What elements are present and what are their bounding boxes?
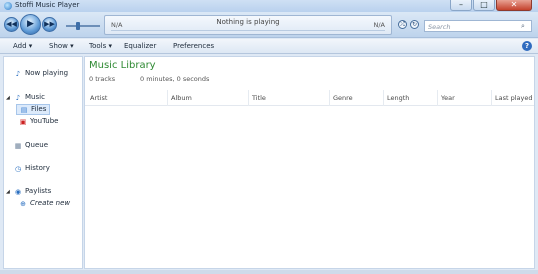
page-title: Music Library <box>89 60 156 71</box>
sidebar-item-label: Now playing <box>25 69 69 77</box>
minimize-button[interactable]: – <box>450 0 472 11</box>
queue-icon: ▦ <box>14 142 22 150</box>
title-bar: Stoffi Music Player – □ ✕ <box>0 0 538 12</box>
music-note-icon: ♪ <box>15 70 21 78</box>
seek-bar[interactable] <box>111 30 385 31</box>
column-last-played[interactable]: Last played <box>495 94 533 102</box>
column-divider[interactable] <box>383 90 384 106</box>
column-title[interactable]: Title <box>252 94 266 102</box>
sidebar-item-youtube[interactable]: ▣ YouTube <box>19 117 59 126</box>
column-length[interactable]: Length <box>387 94 409 102</box>
next-button[interactable]: ▶▶ <box>42 17 57 32</box>
play-icon: ▶ <box>27 19 34 29</box>
sidebar-item-label: Paylists <box>25 187 52 195</box>
menu-preferences[interactable]: Preferences <box>173 42 214 50</box>
playlist-icon: ◉ <box>14 188 22 196</box>
search-input[interactable]: Search ⌕ <box>424 20 532 32</box>
window-title: Stoffi Music Player <box>15 1 80 9</box>
sidebar-item-label: Queue <box>25 141 48 149</box>
play-button[interactable]: ▶ <box>20 14 41 35</box>
music-note-icon: ♪ <box>15 94 21 102</box>
column-genre[interactable]: Genre <box>333 94 353 102</box>
column-divider[interactable] <box>329 90 330 106</box>
file-icon: ▤ <box>20 106 28 114</box>
now-playing-display: N/A Nothing is playing N/A <box>104 15 392 35</box>
menu-show[interactable]: Show ▾ <box>49 42 74 50</box>
repeat-button[interactable]: ↻ <box>410 20 419 29</box>
previous-icon: ◀◀ <box>6 20 17 28</box>
column-divider[interactable] <box>167 90 168 106</box>
repeat-icon: ↻ <box>411 21 418 28</box>
sidebar-item-label: Create new <box>30 199 71 207</box>
column-divider[interactable] <box>437 90 438 106</box>
volume-slider[interactable] <box>66 25 100 27</box>
track-count: 0 tracks <box>89 75 116 83</box>
music-library-panel: Music Library 0 tracks 0 minutes, 0 seco… <box>84 56 535 269</box>
clock-icon: ◷ <box>14 165 22 173</box>
shuffle-button[interactable]: ⤮ <box>398 20 407 29</box>
column-artist[interactable]: Artist <box>90 94 107 102</box>
column-divider[interactable] <box>248 90 249 106</box>
collapse-arrow-icon[interactable]: ◢ <box>6 95 10 101</box>
window-controls: – □ ✕ <box>450 0 532 11</box>
volume-slider-handle[interactable] <box>76 22 80 30</box>
sidebar-item-label: History <box>25 164 50 172</box>
sidebar-item-music[interactable]: ♪ Music <box>14 93 45 102</box>
column-divider[interactable] <box>491 90 492 106</box>
sidebar-item-playlists[interactable]: ◉ Paylists <box>14 187 51 196</box>
previous-button[interactable]: ◀◀ <box>4 17 19 32</box>
sidebar-item-queue[interactable]: ▦ Queue <box>14 141 48 150</box>
collapse-arrow-icon[interactable]: ◢ <box>6 189 10 195</box>
search-placeholder: Search <box>428 22 451 31</box>
sidebar-item-label: Music <box>25 93 45 101</box>
close-button[interactable]: ✕ <box>496 0 532 11</box>
sidebar-item-label: Files <box>31 105 47 113</box>
help-icon[interactable]: ? <box>522 41 532 51</box>
sidebar-item-now-playing[interactable]: ♪ Now playing <box>14 69 68 78</box>
column-year[interactable]: Year <box>441 94 455 102</box>
menu-equalizer[interactable]: Equalizer <box>124 42 156 50</box>
total-time: N/A <box>373 21 386 29</box>
track-table-header: Artist Album Title Genre Length Year Las… <box>85 90 534 106</box>
now-playing-text: Nothing is playing <box>216 18 280 26</box>
shuffle-icon: ⤮ <box>400 21 405 28</box>
app-logo-icon <box>4 2 12 10</box>
menu-bar: Add ▾ Show ▾ Tools ▾ Equalizer Preferenc… <box>0 39 538 54</box>
menu-add[interactable]: Add ▾ <box>13 42 32 50</box>
status-bar <box>0 270 538 274</box>
maximize-button[interactable]: □ <box>473 0 495 11</box>
youtube-icon: ▣ <box>19 118 27 126</box>
navigation-sidebar: ♪ Now playing ◢ ♪ Music ▤ Files ▣ YouTube ▦ Q… <box>3 56 83 269</box>
sidebar-item-files[interactable]: ▤ Files <box>16 104 51 115</box>
add-playlist-icon: ⊕ <box>20 200 26 208</box>
search-icon[interactable]: ⌕ <box>521 22 529 30</box>
sidebar-item-create-new[interactable]: ⊕ Create new <box>19 199 70 208</box>
sidebar-item-history[interactable]: ◷ History <box>14 164 50 173</box>
next-icon: ▶▶ <box>44 20 55 28</box>
sidebar-item-label: YouTube <box>30 117 59 125</box>
player-toolbar: ◀◀ ▶ ▶▶ N/A Nothing is playing N/A ⤮ ↻ S… <box>0 12 538 38</box>
column-album[interactable]: Album <box>171 94 192 102</box>
total-duration: 0 minutes, 0 seconds <box>140 75 210 83</box>
menu-tools[interactable]: Tools ▾ <box>89 42 112 50</box>
